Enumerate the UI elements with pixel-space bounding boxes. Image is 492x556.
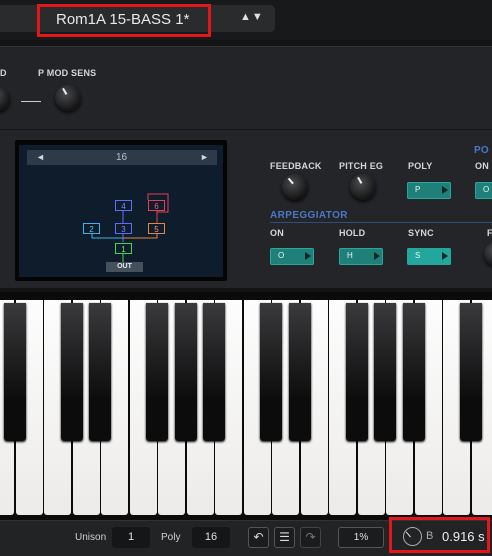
arp-on-label: ON — [270, 228, 284, 238]
poly-label: POLY — [408, 161, 432, 171]
black-key[interactable] — [403, 303, 425, 441]
arrow-icon — [442, 186, 448, 194]
arrow-icon — [442, 252, 448, 260]
operator-5: 5 — [148, 223, 165, 234]
menu-icon[interactable]: ☰ — [274, 527, 295, 548]
redo-icon[interactable]: ↷ — [300, 527, 321, 548]
operator-3: 3 — [115, 223, 132, 234]
po-on-button[interactable]: O — [475, 182, 492, 199]
arp-sync-button-label: S — [415, 251, 420, 260]
arp-sync-label: SYNC — [408, 228, 434, 238]
arpeggiator-divider — [270, 222, 492, 223]
arrow-icon — [305, 252, 311, 260]
unison-label: Unison — [75, 532, 106, 543]
po-on-button-label: O — [483, 185, 489, 194]
arp-on-button-label: O — [278, 251, 284, 260]
pitch-eg-knob[interactable] — [350, 174, 376, 200]
black-key[interactable] — [460, 303, 482, 441]
black-key[interactable] — [4, 303, 26, 441]
black-key[interactable] — [289, 303, 311, 441]
feedback-knob[interactable] — [282, 174, 308, 200]
black-key[interactable] — [346, 303, 368, 441]
unison-field[interactable]: 1 — [112, 527, 150, 548]
undo-icon[interactable]: ↶ — [248, 527, 269, 548]
poly-voices-field[interactable]: 16 — [192, 527, 230, 548]
cpu-usage: 1% — [338, 527, 384, 548]
poly-button[interactable]: P — [407, 182, 451, 199]
black-key[interactable] — [374, 303, 396, 441]
operator-2: 2 — [83, 223, 100, 234]
arp-on-button[interactable]: O — [270, 248, 314, 265]
black-key[interactable] — [89, 303, 111, 441]
black-key[interactable] — [203, 303, 225, 441]
black-key[interactable] — [146, 303, 168, 441]
feedback-label: FEEDBACK — [270, 161, 322, 171]
arp-hold-button[interactable]: H — [339, 248, 383, 265]
pitch-eg-label: PITCH EG — [339, 161, 383, 171]
black-key[interactable] — [175, 303, 197, 441]
arpeggiator-title: ARPEGGIATOR — [270, 210, 348, 221]
operator-4: 4 — [115, 200, 132, 211]
black-key[interactable] — [61, 303, 83, 441]
poly-voices-label: Poly — [161, 532, 180, 543]
po-partial-label: PO — [474, 145, 489, 156]
highlight-time — [389, 517, 490, 553]
operator-6: 6 — [148, 200, 165, 211]
operator-1: 1 — [115, 243, 132, 254]
poly-button-label: P — [415, 185, 420, 194]
arrow-icon — [374, 252, 380, 260]
arp-sync-button[interactable]: S — [407, 248, 451, 265]
po-on-label: ON — [475, 161, 489, 171]
black-key[interactable] — [260, 303, 282, 441]
arp-hold-label: HOLD — [339, 228, 365, 238]
output-label: OUT — [106, 262, 143, 272]
arp-partial-label: F — [487, 228, 492, 238]
arp-hold-button-label: H — [347, 251, 353, 260]
